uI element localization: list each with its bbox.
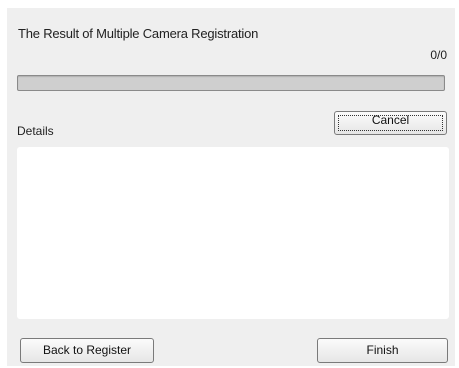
details-label: Details [17,124,54,138]
details-text-area[interactable] [17,147,449,319]
dialog-title: The Result of Multiple Camera Registrati… [18,26,259,41]
progress-bar [17,75,445,91]
cancel-button-label: Cancel [371,113,410,127]
progress-counter: 0/0 [430,48,447,62]
finish-button[interactable]: Finish [317,338,448,363]
cancel-button[interactable]: Cancel [334,111,447,135]
registration-result-dialog: The Result of Multiple Camera Registrati… [7,8,455,366]
back-to-register-button[interactable]: Back to Register [20,338,154,363]
